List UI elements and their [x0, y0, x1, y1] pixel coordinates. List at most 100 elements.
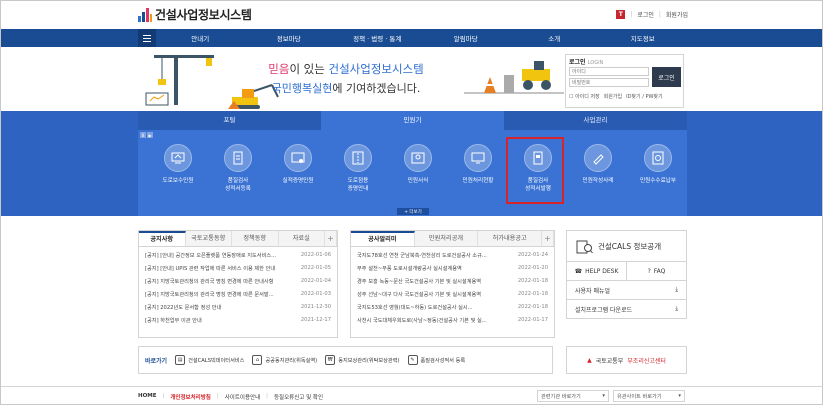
list-item[interactable]: 사천시 국도대체우회도로(사남~정동)건설공사 기본 및 실... 2022-01…: [357, 317, 548, 330]
download-icon: ⤓: [675, 286, 678, 293]
construction-more-button[interactable]: +: [542, 231, 555, 246]
quick-item-quality-register[interactable]: 품질검사 성적서등록: [208, 144, 268, 193]
link-quality-register[interactable]: ✎ 품질검사성적서 등록: [407, 355, 465, 365]
login-box: 로그인 LOGIN 로그인 ☐ 아이디 저장 회원가입 ID찾기 / PW찾기: [565, 54, 684, 108]
quick-item-fee-payment[interactable]: 민원수수료납부: [628, 144, 688, 193]
quick-menu-area: 포털 민원기 사업관리 II ▶ 도로보수민원 품질검사 성적서등록 실적증명민…: [1, 111, 822, 216]
login-id-input[interactable]: [569, 67, 649, 76]
tab-portal[interactable]: 포털: [138, 111, 321, 130]
tab-trends[interactable]: 국토교통동향: [185, 231, 232, 246]
roadwork-illustration-right: [464, 61, 564, 94]
tab-project[interactable]: 사업관리: [504, 111, 687, 130]
tab-policy[interactable]: 정책동향: [232, 231, 279, 246]
user-manual-link[interactable]: 사용자 매뉴얼 ⤓: [566, 281, 687, 300]
quick-menu-tabs: 포털 민원기 사업관리: [138, 111, 687, 130]
notice-list: [공지] [안내] 공간정보 오픈플랫폼 연동장애로 지도서비스... 2022-…: [139, 247, 337, 330]
list-item[interactable]: 국지도78호선 연천 군남북측-연천삼리 도로건설공사 소규... 2022-01…: [357, 252, 548, 265]
browser-frame: 건설사업정보시스템 T | 로그인 | 회원가입 안내기 정보마당 정책 · 법…: [0, 0, 823, 405]
text-size-icon[interactable]: T: [616, 10, 626, 19]
list-item[interactable]: [공지] 하천업무 이관 안내 2021-12-17: [145, 317, 331, 330]
tab-civil-disclosure[interactable]: 민원처리공개: [414, 231, 479, 246]
pause-icon[interactable]: II: [140, 132, 146, 138]
quick-item-forms[interactable]: 민원서식: [388, 144, 448, 193]
nav-item-guide[interactable]: 안내기: [156, 33, 245, 43]
building-search-icon: [576, 240, 593, 254]
login-link[interactable]: 로그인: [637, 10, 654, 19]
login-button[interactable]: 로그인: [652, 67, 681, 87]
helpdesk-link[interactable]: ☎ HELP DESK: [567, 262, 626, 280]
nav-item-about[interactable]: 소개: [510, 33, 599, 43]
nav-item-map[interactable]: 지도정보: [599, 33, 688, 43]
install-program-link[interactable]: 설치프로그램 다운로드 ⤓: [566, 300, 687, 319]
quick-item-road-occupancy[interactable]: 도로점용 증명안내: [328, 144, 388, 193]
site-header: 건설사업정보시스템 T | 로그인 | 회원가입: [1, 1, 822, 29]
side-panel: 건설CALS 정보공개 ☎ HELP DESK ? FAQ 사용자 매뉴얼 ⤓ 설치프…: [566, 230, 687, 319]
quality-doc-icon: ✎: [407, 355, 418, 365]
link-public-land[interactable]: ⌂ 공공동지관리(위독실역): [252, 355, 317, 365]
chevron-down-icon: ▾: [678, 393, 681, 399]
banner-slogan: 믿음이 있는 건설사업정보시스템 국민행복실현에 기여하겠습니다.: [268, 62, 424, 95]
slider-controls: II ▶: [140, 132, 153, 138]
tab-archive[interactable]: 자료실: [278, 231, 325, 246]
pencil-icon: [584, 144, 612, 172]
footer-email-link[interactable]: 등질오류신고 및 확인: [274, 393, 323, 401]
related-site-select[interactable]: 유관사이트 바로가기 ▾: [613, 390, 685, 402]
main-banner: 믿음이 있는 건설사업정보시스템 국민행복실현에 기여하겠습니다. 로그인 LO…: [138, 47, 687, 111]
list-item[interactable]: [공지] [안내] 공간정보 오픈플랫폼 연동장애로 지도서비스... 2022-…: [145, 252, 331, 265]
nav-item-info[interactable]: 정보마당: [245, 33, 334, 43]
cals-disclosure-link[interactable]: 건설CALS 정보공개: [566, 230, 687, 262]
certificate-icon: [284, 144, 312, 172]
bigdata-icon: ▤: [175, 355, 186, 365]
list-item[interactable]: [공지] 지방국토관리청의 관리국 명칭 변경에 따른 문서발... 2022-0…: [145, 291, 331, 304]
footer-guide-link[interactable]: 사이트이용안내: [225, 393, 260, 401]
corruption-report-link[interactable]: ▲ 국토교통부 부조리신고센터: [566, 346, 687, 374]
land-icon: ⌂: [252, 355, 263, 365]
list-item[interactable]: 국지도53호선 영월(대도~하동) 도로건설공사 실시... 2022-01-18: [357, 304, 548, 317]
site-logo[interactable]: 건설사업정보시스템: [138, 6, 252, 23]
tab-construction-alert[interactable]: 공사알리미: [351, 231, 415, 246]
road-repair-icon: [164, 144, 192, 172]
nav-item-notice[interactable]: 알림마당: [422, 33, 511, 43]
quick-menu-panel: II ▶ 도로보수민원 품질검사 성적서등록 실적증명민원 도로점용 증명안내 …: [138, 130, 687, 216]
forms-icon: [404, 144, 432, 172]
tab-notice[interactable]: 공지사항: [139, 231, 186, 246]
quick-item-performance-cert[interactable]: 실적증명민원: [268, 144, 328, 193]
logo-icon: [138, 7, 152, 22]
list-item[interactable]: [공지] 2022년도 문서함 정성 안내 2021-12-30: [145, 304, 331, 317]
nav-item-policy[interactable]: 정책 · 법령 · 통계: [333, 33, 422, 43]
join-link[interactable]: 회원가입: [666, 10, 688, 19]
tab-permit-notice[interactable]: 허가내용공고: [478, 231, 543, 246]
list-item[interactable]: [공지] [안내] UPIS 관련 작업에 따른 서비스 이용 제한 안내 202…: [145, 265, 331, 278]
login-join-link[interactable]: 회원가입: [604, 93, 622, 100]
list-item[interactable]: 경주 보홍 녹동~문산 국도건설공사 기본 및 실시설계용역 2022-01-18: [357, 278, 548, 291]
footer-home-link[interactable]: HOME: [138, 393, 157, 401]
headset-icon: ☎: [574, 267, 583, 275]
quick-item-road-repair[interactable]: 도로보수민원: [148, 144, 208, 193]
related-agency-select[interactable]: 관련기관 바로가기 ▾: [537, 390, 609, 402]
faq-link[interactable]: ? FAQ: [626, 262, 686, 280]
more-button[interactable]: + 더보기: [397, 208, 429, 215]
site-title: 건설사업정보시스템: [155, 8, 252, 22]
menu-icon[interactable]: [138, 29, 156, 47]
login-password-input[interactable]: [569, 78, 649, 87]
siren-icon: ▲: [587, 356, 592, 364]
tab-civil[interactable]: 민원기: [321, 111, 504, 130]
list-item[interactable]: 성주 선남~대구 다사 국도건설공사 기본 및 실시설계용역 2022-01-18: [357, 291, 548, 304]
quick-item-status[interactable]: 민원처리현황: [448, 144, 508, 193]
list-item[interactable]: 무주 설천~무풍 도로시설개량공사 실시설계용역 2022-01-20: [357, 265, 548, 278]
construction-list: 국지도78호선 연천 군남북측-연천삼리 도로건설공사 소규... 2022-01…: [351, 247, 554, 330]
footer-privacy-link[interactable]: 개인정보처리방침: [170, 393, 210, 401]
shortcut-label: 바로가기: [145, 357, 168, 365]
list-item[interactable]: [공지] 지방국토관리청의 관리국 명칭 변경에 따른 안내사항 2022-01-…: [145, 278, 331, 291]
road-occupancy-icon: [344, 144, 372, 172]
save-id-checkbox[interactable]: ☐ 아이디 저장: [569, 93, 600, 100]
play-icon[interactable]: ▶: [147, 132, 153, 138]
link-land-compensation[interactable]: ₩ 동지보상관리(위탁보상관력): [325, 355, 400, 365]
construction-board: 공사알리미 민원처리공개 허가내용공고 + 국지도78호선 연천 군남북측-연천…: [350, 230, 555, 338]
monitor-icon: [464, 144, 492, 172]
quick-item-examples[interactable]: 민원작성사례: [568, 144, 628, 193]
find-account-link[interactable]: ID찾기 / PW찾기: [626, 93, 663, 100]
notice-more-button[interactable]: +: [325, 231, 337, 246]
main-nav: 안내기 정보마당 정책 · 법령 · 통계 알림마당 소개 지도정보: [138, 29, 687, 47]
link-cals-bigdata[interactable]: ▤ 건설CALS빅데이터서비스: [175, 355, 244, 365]
